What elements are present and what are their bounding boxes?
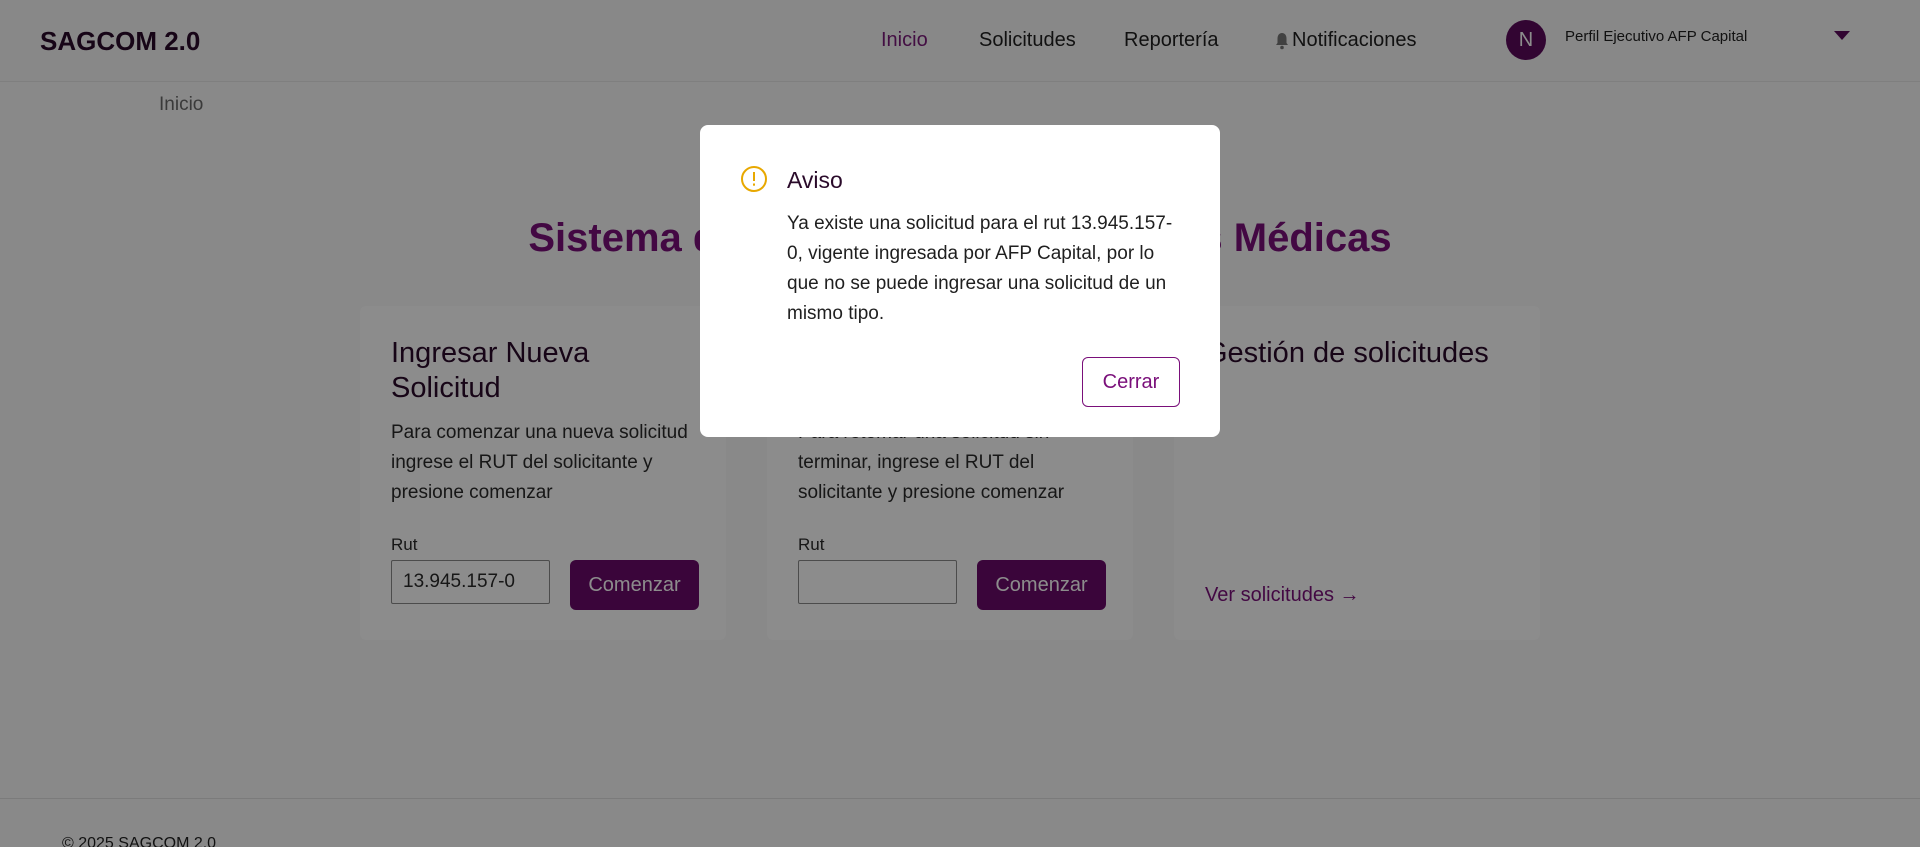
modal-title: Aviso (787, 167, 843, 193)
modal-message: Ya existe una solicitud para el rut 13.9… (787, 213, 1173, 324)
warning-icon (741, 166, 767, 192)
cerrar-button[interactable]: Cerrar (1082, 357, 1180, 407)
aviso-modal: Aviso Ya existe una solicitud para el ru… (700, 125, 1220, 437)
